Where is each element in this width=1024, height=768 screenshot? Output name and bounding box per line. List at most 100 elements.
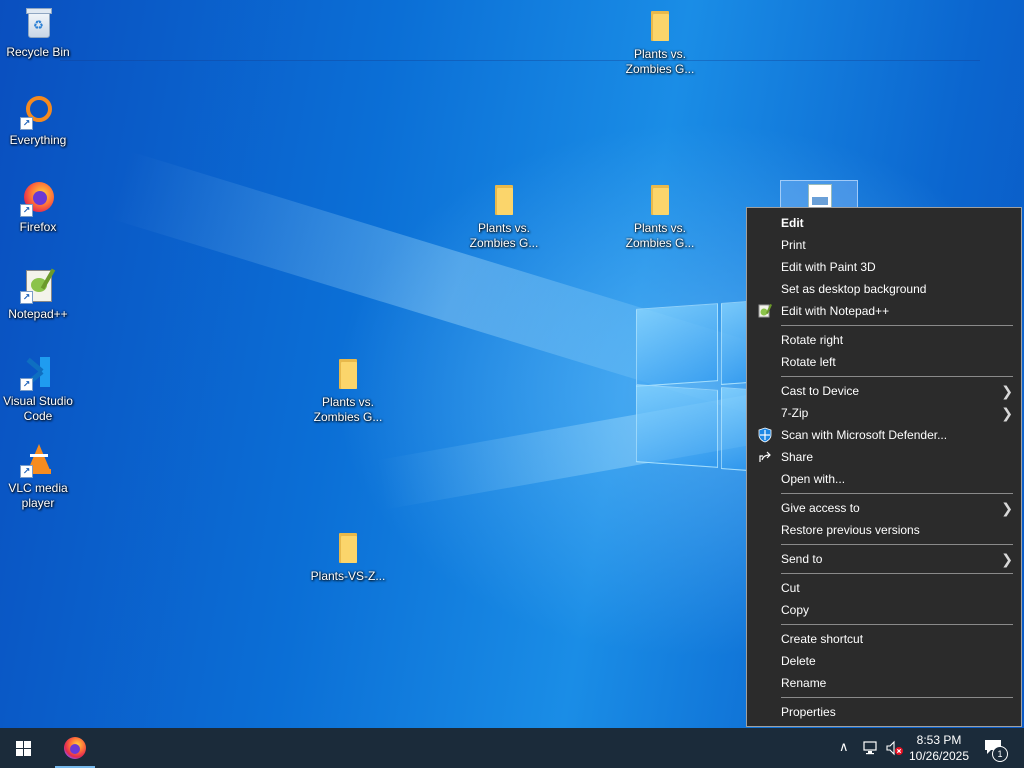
menu-item-cast-to-device[interactable]: Cast to Device ❯ — [747, 380, 1021, 402]
menu-item-cut[interactable]: Cut — [747, 577, 1021, 599]
menu-item-open-with[interactable]: Open with... — [747, 468, 1021, 490]
clock-date: 10/26/2025 — [908, 749, 970, 763]
clock[interactable]: 8:53 PM 10/26/2025 — [905, 732, 973, 764]
firefox-icon[interactable]: ↗ Firefox — [0, 181, 76, 235]
menu-item-delete[interactable]: Delete — [747, 650, 1021, 672]
folder-icon[interactable]: Plants vs. Zombies G... — [622, 8, 698, 77]
menu-item-label: 7-Zip — [781, 406, 809, 420]
share-icon — [757, 449, 773, 465]
vlc-icon[interactable]: ↗ VLC media player — [0, 442, 76, 511]
firefox-icon-glyph: ↗ — [20, 181, 56, 217]
recycle-bin-icon[interactable]: ♻ Recycle Bin — [0, 6, 76, 60]
menu-separator — [781, 697, 1013, 698]
menu-item-label: Delete — [781, 654, 816, 668]
menu-item-label: Copy — [781, 603, 810, 617]
folder-icon-glyph — [642, 182, 678, 218]
windows-logo-pane — [636, 384, 718, 468]
menu-item-scan-with-defender[interactable]: Scan with Microsoft Defender... — [747, 424, 1021, 446]
menu-item-share[interactable]: Share — [747, 446, 1021, 468]
menu-item-label: Set as desktop background — [781, 282, 927, 296]
top-line — [60, 60, 980, 61]
shortcut-arrow-icon: ↗ — [20, 465, 33, 478]
start-button[interactable] — [0, 728, 48, 768]
defender-shield-icon — [757, 427, 773, 443]
menu-item-label: Cut — [781, 581, 800, 595]
chevron-right-icon: ❯ — [1001, 551, 1013, 567]
icon-label: Everything — [9, 133, 67, 147]
chevron-up-icon[interactable]: ∧ — [839, 739, 849, 755]
icon-label: Recycle Bin — [6, 45, 70, 59]
recycle-bin-icon-glyph: ♻ — [20, 6, 56, 42]
menu-item-label: Send to — [781, 552, 823, 566]
icon-label: Plants-VS-Z... — [310, 569, 386, 583]
menu-separator — [781, 493, 1013, 494]
shortcut-arrow-icon: ↗ — [20, 378, 33, 391]
taskbar-firefox-button[interactable] — [55, 728, 95, 768]
action-center-button[interactable]: 1 — [980, 736, 1010, 762]
menu-item-properties[interactable]: Properties — [747, 701, 1021, 723]
shortcut-arrow-icon: ↗ — [20, 204, 33, 217]
menu-item-create-shortcut[interactable]: Create shortcut — [747, 628, 1021, 650]
chevron-right-icon: ❯ — [1001, 383, 1013, 399]
folder-icon[interactable]: Plants-VS-Z... — [310, 530, 386, 584]
menu-item-label: Scan with Microsoft Defender... — [781, 428, 948, 442]
folder-icon[interactable]: Plants vs. Zombies G... — [310, 356, 386, 425]
notepad-plus-plus-icon-glyph: ↗ — [20, 268, 56, 304]
shortcut-arrow-icon: ↗ — [20, 117, 33, 130]
chevron-right-icon: ❯ — [1001, 500, 1013, 516]
folder-icon-glyph — [330, 356, 366, 392]
folder-icon-glyph — [642, 8, 678, 44]
menu-item-label: Rename — [781, 676, 827, 690]
network-icon[interactable] — [862, 740, 880, 756]
taskbar: ∧ 8:53 PM 10/26/2025 1 — [0, 728, 1024, 768]
shortcut-arrow-icon: ↗ — [20, 291, 33, 304]
menu-item-edit-with-notepad-plus-plus[interactable]: Edit with Notepad++ — [747, 300, 1021, 322]
icon-label: Plants vs. Zombies G... — [625, 47, 695, 76]
icon-label: Firefox — [19, 220, 57, 234]
menu-item-copy[interactable]: Copy — [747, 599, 1021, 621]
menu-item-label: Open with... — [781, 472, 846, 486]
notification-count-badge: 1 — [992, 746, 1008, 762]
menu-item-edit-with-paint-3d[interactable]: Edit with Paint 3D — [747, 256, 1021, 278]
windows-logo-pane — [636, 303, 718, 387]
menu-item-rotate-left[interactable]: Rotate left — [747, 351, 1021, 373]
clock-time: 8:53 PM — [916, 733, 962, 747]
menu-separator — [781, 544, 1013, 545]
menu-item-send-to[interactable]: Send to ❯ — [747, 548, 1021, 570]
menu-item-print[interactable]: Print — [747, 234, 1021, 256]
menu-item-label: Cast to Device — [781, 384, 860, 398]
menu-item-set-as-desktop-background[interactable]: Set as desktop background — [747, 278, 1021, 300]
menu-item-label: Edit with Notepad++ — [781, 304, 890, 318]
menu-item-label: Share — [781, 450, 814, 464]
everything-icon-glyph: ↗ — [20, 94, 56, 130]
menu-separator — [781, 376, 1013, 377]
icon-label: Plants vs. Zombies G... — [625, 221, 695, 250]
notepad-plus-plus-icon[interactable]: ↗ Notepad++ — [0, 268, 76, 322]
vscode-icon[interactable]: ↗ Visual Studio Code — [0, 355, 76, 424]
menu-item-rotate-right[interactable]: Rotate right — [747, 329, 1021, 351]
menu-item-label: Edit — [781, 216, 804, 230]
icon-label: VLC media player — [8, 481, 68, 510]
context-menu: Edit Print Edit with Paint 3D Set as des… — [746, 207, 1022, 727]
menu-item-label: Create shortcut — [781, 632, 864, 646]
folder-icon[interactable]: Plants vs. Zombies G... — [466, 182, 542, 251]
chevron-right-icon: ❯ — [1001, 405, 1013, 421]
menu-item-label: Restore previous versions — [781, 523, 920, 537]
menu-item-give-access-to[interactable]: Give access to ❯ — [747, 497, 1021, 519]
menu-item-edit[interactable]: Edit — [747, 212, 1021, 234]
menu-item-restore-previous-versions[interactable]: Restore previous versions — [747, 519, 1021, 541]
icon-label: Visual Studio Code — [3, 394, 73, 423]
windows-logo-pane — [721, 387, 748, 471]
volume-muted-icon[interactable] — [885, 740, 905, 756]
folder-icon[interactable]: Plants vs. Zombies G... — [622, 182, 698, 251]
notepad-plus-plus-icon — [757, 303, 773, 319]
menu-item-rename[interactable]: Rename — [747, 672, 1021, 694]
menu-item-label: Rotate left — [781, 355, 836, 369]
vlc-icon-glyph: ↗ — [20, 442, 56, 478]
icon-label: Notepad++ — [8, 307, 68, 321]
firefox-icon — [64, 737, 86, 759]
icon-label: Plants vs. Zombies G... — [469, 221, 539, 250]
menu-separator — [781, 624, 1013, 625]
everything-icon[interactable]: ↗ Everything — [0, 94, 76, 148]
menu-item-7-zip[interactable]: 7-Zip ❯ — [747, 402, 1021, 424]
